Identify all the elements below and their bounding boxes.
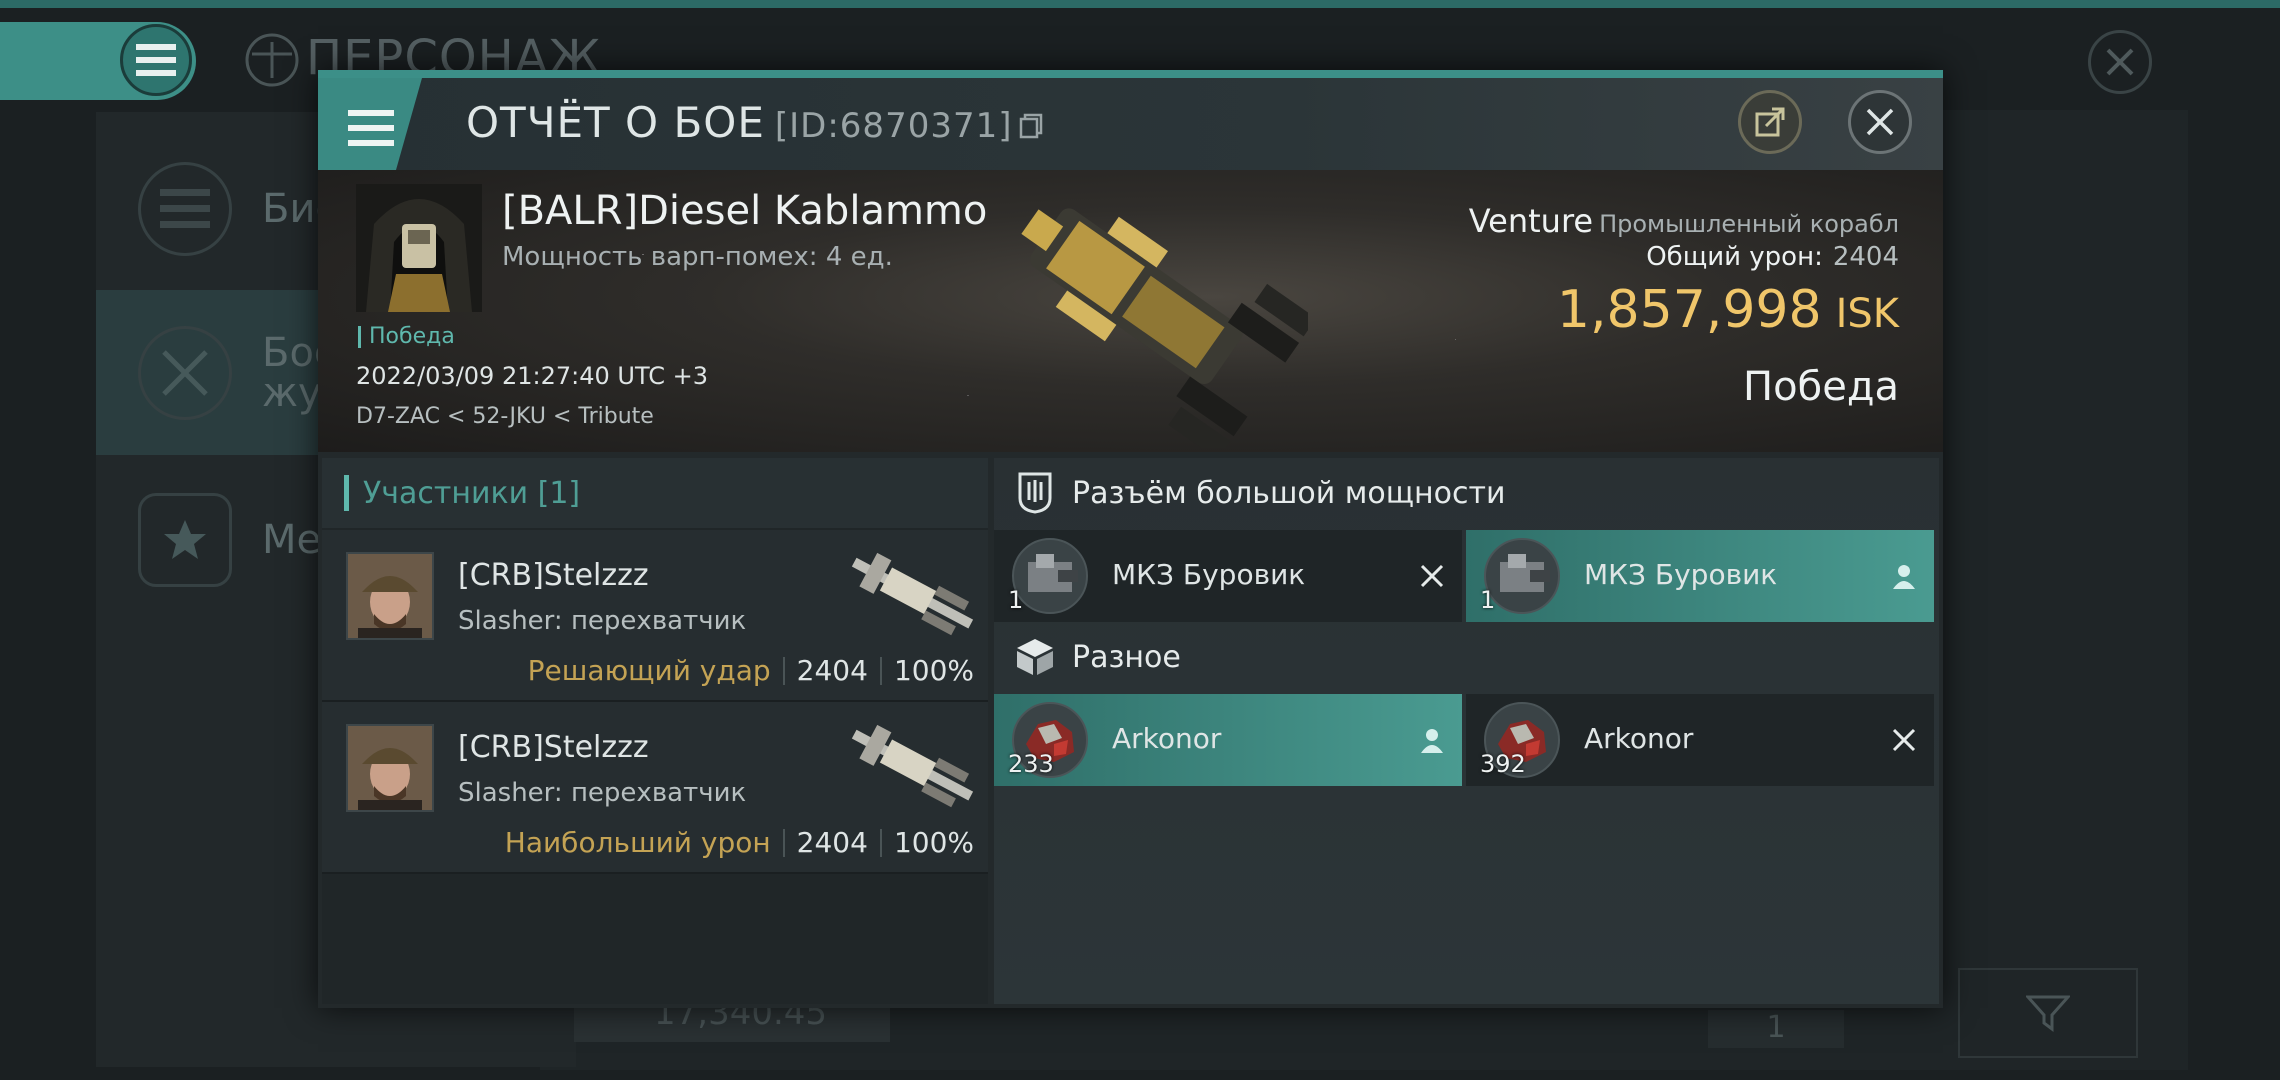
- final-blow-tag: Решающий удар: [527, 654, 771, 687]
- close-icon: [1866, 108, 1894, 136]
- share-button[interactable]: [1738, 90, 1802, 154]
- menu-icon: [136, 44, 176, 76]
- share-icon: [1755, 107, 1785, 137]
- kill-datetime: 2022/03/09 21:27:40 UTC +3: [356, 362, 708, 390]
- report-id: [ID:6870371]: [774, 106, 1013, 146]
- item-destroyed[interactable]: 1 МКЗ Буровик: [994, 530, 1462, 622]
- participants-header[interactable]: Участники [1]: [322, 458, 988, 528]
- person-icon: [1416, 724, 1448, 756]
- item-destroyed[interactable]: 392 Arkonor: [1466, 694, 1934, 786]
- participant-damage: 2404: [796, 826, 868, 859]
- item-name: МКЗ Буровик: [1112, 558, 1306, 591]
- total-damage-label: Общий урон:: [1646, 242, 1823, 272]
- ship-class: Промышленный корабл: [1599, 210, 1899, 238]
- miner-item-image: [1012, 538, 1088, 614]
- avatar[interactable]: [346, 552, 434, 640]
- battle-result: Победа: [1743, 364, 1899, 410]
- avatar[interactable]: [346, 724, 434, 812]
- participant-damage: 2404: [796, 654, 868, 687]
- isk-unit: ISK: [1835, 291, 1899, 337]
- app-close-button[interactable]: [2088, 30, 2152, 94]
- section-misc: Разное: [994, 622, 1939, 692]
- items-panel: Разъём большой мощности 1 МКЗ Буровик 1 …: [994, 458, 1939, 1004]
- app-filter-button[interactable]: [1958, 968, 2138, 1058]
- victim-banner: [BALR]Diesel Kablammo Мощность варп-поме…: [318, 170, 1943, 452]
- participant-row[interactable]: [CRB]Stelzzz Slasher: перехватчик Наибол…: [322, 702, 988, 874]
- item-name: Arkonor: [1584, 722, 1694, 755]
- total-damage-value: 2404: [1832, 242, 1899, 272]
- victim-name[interactable]: [BALR]Diesel Kablammo: [502, 188, 987, 234]
- section-title: Разное: [1072, 639, 1181, 675]
- participant-percent: 100%: [893, 826, 974, 859]
- participant-stats: Наибольший урон 2404 100%: [505, 826, 974, 859]
- participant-row[interactable]: [CRB]Stelzzz Slasher: перехватчик Решающ…: [322, 530, 988, 702]
- participants-title: Участники [1]: [363, 475, 581, 511]
- app-menu-button[interactable]: [120, 24, 192, 96]
- close-button[interactable]: [1848, 90, 1912, 154]
- section-high-slots: Разъём большой мощности: [994, 458, 1939, 528]
- battle-report-dialog: ОТЧЁТ О БОЕ [ID:6870371] [BALR]Diesel Ka…: [318, 70, 1943, 1008]
- app-page-number: 1: [1708, 1010, 1844, 1048]
- total-damage: Общий урон: 2404: [1646, 242, 1899, 272]
- list-icon: [138, 161, 232, 256]
- kill-location[interactable]: D7-ZAC < 52-JKU < Tribute: [356, 404, 654, 429]
- app-top-bar: [0, 0, 2280, 8]
- dialog-top-line: [318, 70, 1943, 78]
- item-quantity: 233: [1008, 750, 1054, 778]
- status-tag: Победа: [358, 326, 455, 348]
- person-icon: [1888, 560, 1920, 592]
- participant-ship: Slasher: перехватчик: [458, 778, 747, 808]
- crossed-swords-icon: [138, 325, 232, 420]
- item-name: МКЗ Буровик: [1584, 558, 1778, 591]
- item-quantity: 392: [1480, 750, 1526, 778]
- isk-amount: 1,857,998: [1556, 280, 1822, 340]
- item-dropped[interactable]: 1 МКЗ Буровик: [1466, 530, 1934, 622]
- slasher-ship-image: [851, 552, 974, 636]
- filter-icon: [2026, 995, 2070, 1032]
- participant-stats: Решающий удар 2404 100%: [528, 654, 974, 687]
- section-title: Разъём большой мощности: [1072, 475, 1506, 511]
- destroyed-x-icon: [1416, 560, 1448, 592]
- victim-portrait[interactable]: [356, 184, 482, 312]
- participant-name: [CRB]Stelzzz: [458, 730, 649, 765]
- item-quantity: 1: [1008, 586, 1024, 614]
- item-quantity: 1: [1480, 586, 1496, 614]
- destroyed-x-icon: [1888, 724, 1920, 756]
- participant-ship: Slasher: перехватчик: [458, 606, 747, 636]
- star-medal-icon: [138, 492, 232, 587]
- dialog-title: ОТЧЁТ О БОЕ: [466, 98, 765, 147]
- copy-icon[interactable]: [1019, 113, 1043, 139]
- isk-value: 1,857,998 ISK: [1557, 280, 1899, 340]
- dialog-title-row: ОТЧЁТ О БОЕ [ID:6870371]: [466, 98, 1043, 147]
- ship-type: Venture Промышленный корабл: [1469, 202, 1899, 240]
- participant-name: [CRB]Stelzzz: [458, 558, 649, 593]
- warp-disruption-text: Мощность варп-помех: 4 ед.: [502, 242, 893, 272]
- top-damage-tag: Наибольший урон: [504, 826, 771, 859]
- cube-icon: [1014, 636, 1056, 678]
- venture-ship-image: [1021, 208, 1308, 448]
- ship-name[interactable]: Venture: [1469, 202, 1593, 240]
- participants-panel: Участники [1] [CRB]Stelzzz Slasher: пере…: [322, 458, 988, 1004]
- hooded-pilot-image: [356, 184, 482, 312]
- slasher-ship-image: [851, 724, 974, 808]
- menu-icon: [348, 110, 394, 146]
- item-dropped[interactable]: 233 Arkonor: [994, 694, 1462, 786]
- participant-percent: 100%: [893, 654, 974, 687]
- close-icon: [2106, 48, 2134, 76]
- vitruvian-icon: [245, 33, 299, 87]
- high-slot-icon: [1014, 472, 1056, 514]
- miner-item-image: [1484, 538, 1560, 614]
- item-name: Arkonor: [1112, 722, 1222, 755]
